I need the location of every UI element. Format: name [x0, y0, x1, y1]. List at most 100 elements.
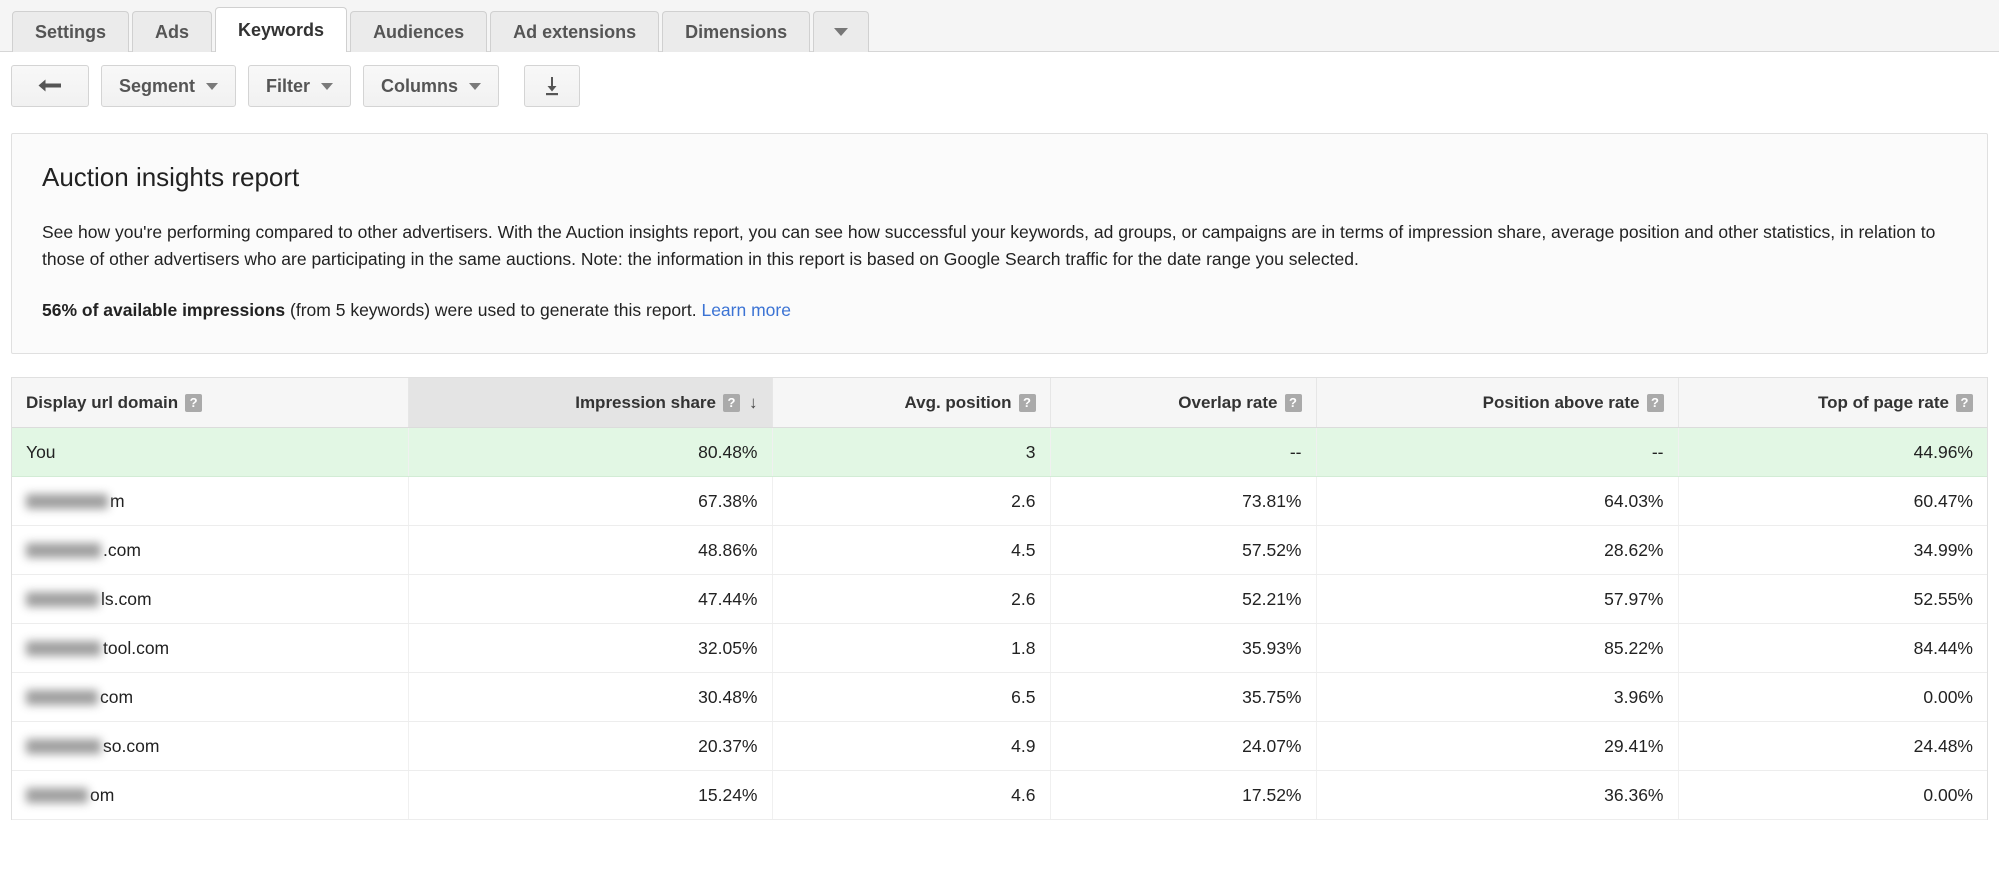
cell-position-above-rate: --	[1316, 427, 1679, 478]
cell-overlap-rate: 57.52%	[1050, 525, 1317, 576]
sort-descending-icon: ↓	[749, 393, 758, 413]
help-icon[interactable]: ?	[1956, 393, 1973, 412]
help-icon[interactable]: ?	[185, 393, 203, 412]
tab-overflow-button[interactable]	[813, 11, 870, 52]
cell-display-url-domain: m	[12, 476, 409, 527]
cell-top-of-page-rate: 34.99%	[1678, 525, 1987, 576]
tab-bar: Settings Ads Keywords Audiences Ad exten…	[0, 0, 1999, 52]
cell-avg-position: 2.6	[772, 574, 1051, 625]
page-title: Auction insights report	[42, 162, 300, 192]
download-button[interactable]	[524, 65, 581, 107]
table-row[interactable]: m 67.38% 2.6 73.81% 64.03% 60.47%	[12, 476, 1987, 527]
chevron-down-icon	[321, 82, 334, 90]
table-row[interactable]: com 30.48% 6.5 35.75% 3.96% 0.00%	[12, 672, 1987, 723]
help-icon[interactable]: ?	[723, 393, 740, 412]
cell-display-url-domain: .com	[12, 525, 409, 576]
column-header-impression-share[interactable]: Impression share ? ↓	[408, 377, 773, 429]
tab-label: Audiences	[373, 21, 465, 42]
domain-value: so.com	[26, 736, 394, 757]
cell-avg-position: 4.6	[772, 770, 1051, 821]
columns-button[interactable]: Columns	[363, 65, 500, 107]
chevron-down-icon	[834, 28, 849, 36]
segment-button[interactable]: Segment	[101, 65, 237, 107]
domain-value: m	[26, 491, 394, 512]
chevron-down-icon	[206, 82, 219, 90]
cell-impression-share: 80.48%	[408, 427, 773, 478]
cell-display-url-domain: om	[12, 770, 409, 821]
table-header-row: Display url domain ? Impression share ? …	[12, 377, 1987, 429]
tab-ad-extensions[interactable]: Ad extensions	[490, 11, 660, 52]
cell-avg-position: 6.5	[772, 672, 1051, 723]
domain-value: ls.com	[26, 589, 394, 610]
domain-suffix: com	[100, 686, 134, 707]
redacted-domain-blur	[26, 542, 101, 558]
table-row[interactable]: ls.com 47.44% 2.6 52.21% 57.97% 52.55%	[12, 574, 1987, 625]
tab-ads[interactable]: Ads	[132, 11, 213, 52]
panel-description: See how you're performing compared to ot…	[42, 222, 1936, 269]
table-row[interactable]: om 15.24% 4.6 17.52% 36.36% 0.00%	[12, 770, 1987, 821]
cell-position-above-rate: 29.41%	[1316, 721, 1679, 772]
domain-suffix: m	[110, 490, 125, 511]
cell-position-above-rate: 28.62%	[1316, 525, 1679, 576]
column-header-overlap-rate[interactable]: Overlap rate ?	[1050, 377, 1317, 429]
filter-label: Filter	[266, 75, 311, 96]
cell-overlap-rate: 17.52%	[1050, 770, 1317, 821]
filter-button[interactable]: Filter	[248, 65, 352, 107]
cell-position-above-rate: 85.22%	[1316, 623, 1679, 674]
table-row[interactable]: You 80.48% 3 -- -- 44.96%	[12, 427, 1987, 478]
tab-audiences[interactable]: Audiences	[350, 11, 488, 52]
back-button[interactable]	[11, 65, 89, 107]
cell-impression-share: 47.44%	[408, 574, 773, 625]
redacted-domain-blur	[26, 591, 99, 607]
table-row[interactable]: .com 48.86% 4.5 57.52% 28.62% 34.99%	[12, 525, 1987, 576]
tab-label: Settings	[35, 21, 107, 42]
table-body: You 80.48% 3 -- -- 44.96% m 67.38% 2.6 73.81% 64.0…	[12, 427, 1987, 821]
cell-overlap-rate: 35.93%	[1050, 623, 1317, 674]
cell-top-of-page-rate: 24.48%	[1678, 721, 1987, 772]
help-icon[interactable]: ?	[1284, 393, 1302, 412]
column-label: Display url domain	[26, 392, 179, 412]
cell-position-above-rate: 36.36%	[1316, 770, 1679, 821]
download-icon	[546, 77, 559, 96]
columns-label: Columns	[381, 75, 459, 96]
cell-top-of-page-rate: 0.00%	[1678, 770, 1987, 821]
domain-value: om	[26, 785, 394, 806]
help-icon[interactable]: ?	[1018, 393, 1036, 412]
cell-impression-share: 20.37%	[408, 721, 773, 772]
column-header-avg-position[interactable]: Avg. position ?	[772, 377, 1051, 429]
tab-settings[interactable]: Settings	[12, 11, 130, 52]
cell-impression-share: 30.48%	[408, 672, 773, 723]
tab-dimensions[interactable]: Dimensions	[662, 11, 811, 52]
cell-top-of-page-rate: 44.96%	[1678, 427, 1987, 478]
domain-suffix: so.com	[103, 735, 160, 756]
redacted-domain-blur	[26, 493, 108, 509]
cell-overlap-rate: 73.81%	[1050, 476, 1317, 527]
tab-keywords[interactable]: Keywords	[215, 7, 348, 52]
column-label: Position above rate	[1482, 392, 1640, 412]
domain-value: tool.com	[26, 638, 394, 659]
table-row[interactable]: so.com 20.37% 4.9 24.07% 29.41% 24.48%	[12, 721, 1987, 772]
cell-impression-share: 32.05%	[408, 623, 773, 674]
cell-position-above-rate: 3.96%	[1316, 672, 1679, 723]
domain-suffix: tool.com	[103, 637, 170, 658]
cell-top-of-page-rate: 60.47%	[1678, 476, 1987, 527]
tab-label: Dimensions	[685, 21, 788, 42]
undo-arrow-icon	[38, 79, 61, 92]
column-header-top-of-page-rate[interactable]: Top of page rate ?	[1678, 377, 1987, 429]
segment-label: Segment	[119, 75, 196, 96]
cell-avg-position: 4.5	[772, 525, 1051, 576]
impressions-note-rest: (from 5 keywords) were used to generate …	[285, 300, 702, 321]
column-label: Avg. position	[904, 392, 1012, 412]
table-row[interactable]: tool.com 32.05% 1.8 35.93% 85.22% 84.44%	[12, 623, 1987, 674]
column-header-display-url-domain[interactable]: Display url domain ?	[12, 377, 409, 429]
cell-avg-position: 1.8	[772, 623, 1051, 674]
help-icon[interactable]: ?	[1646, 393, 1664, 412]
domain-value: com	[26, 687, 394, 708]
column-label: Overlap rate	[1178, 392, 1278, 412]
learn-more-link[interactable]: Learn more	[701, 300, 791, 320]
column-header-position-above-rate[interactable]: Position above rate ?	[1316, 377, 1679, 429]
redacted-domain-blur	[26, 689, 98, 705]
domain-value: You	[26, 442, 394, 463]
cell-overlap-rate: 35.75%	[1050, 672, 1317, 723]
cell-overlap-rate: 24.07%	[1050, 721, 1317, 772]
